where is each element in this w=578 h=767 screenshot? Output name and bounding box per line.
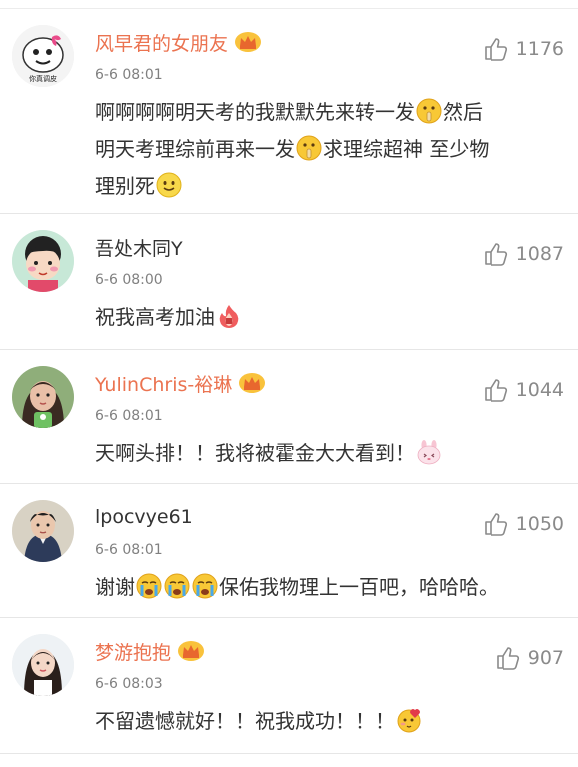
thumb-up-icon xyxy=(483,511,516,537)
like-count: 907 xyxy=(527,647,564,669)
comment-text: 啊啊啊啊明天考的我默默先来转一发 然后明天考理综前再来一发 求理综超神 至少物理别死 xyxy=(95,94,558,205)
comment-text-segment: 然后 xyxy=(443,100,483,124)
like-count: 1176 xyxy=(515,38,564,60)
comment-item[interactable]: lpocvye61 6-6 08:01 谢谢 保佑我物理上一百吧，哈哈哈。 105… xyxy=(0,484,578,618)
comment-text-line: 理别死 xyxy=(95,168,558,205)
avatar[interactable] xyxy=(12,230,74,292)
like-button[interactable]: 1176 xyxy=(483,36,564,62)
username[interactable]: YulinChris-裕琳 xyxy=(95,370,232,397)
comment-text: 谢谢 保佑我物理上一百吧，哈哈哈。 xyxy=(95,569,558,606)
username[interactable]: 梦游抱抱 xyxy=(95,638,171,665)
comment-text-segment: 求理综超神 至少物 xyxy=(323,137,490,161)
shush-emoji-icon xyxy=(296,135,322,161)
like-button[interactable]: 907 xyxy=(495,645,564,671)
svg-text:你真调皮: 你真调皮 xyxy=(29,74,57,83)
thumb-up-icon xyxy=(483,36,516,62)
like-button[interactable]: 1087 xyxy=(483,241,564,267)
comment-text-line: 天啊头排！！我将被霍金大大看到！ xyxy=(95,435,558,472)
comment-text-segment: 啊啊啊啊明天考的我默默先来转一发 xyxy=(95,100,415,124)
comment-text-segment: 不留遗憾就好！！祝我成功！！！ xyxy=(95,709,395,733)
like-count: 1044 xyxy=(515,379,564,401)
comment-text: 不留遗憾就好！！祝我成功！！！ xyxy=(95,703,558,740)
like-count: 1087 xyxy=(515,243,564,265)
comment-item[interactable]: YulinChris-裕琳 6-6 08:01 天啊头排！！我将被霍金大大看到！… xyxy=(0,350,578,484)
like-button[interactable]: 1044 xyxy=(483,377,564,403)
timestamp: 6-6 08:01 xyxy=(95,408,163,424)
like-button[interactable]: 1050 xyxy=(483,511,564,537)
timestamp: 6-6 08:01 xyxy=(95,67,163,83)
comment-text-line: 明天考理综前再来一发 求理综超神 至少物 xyxy=(95,131,558,168)
avatar[interactable] xyxy=(12,634,74,696)
comment-item[interactable]: 梦游抱抱 6-6 08:03 不留遗憾就好！！祝我成功！！！ 907 xyxy=(0,618,578,754)
comment-text-line: 不留遗憾就好！！祝我成功！！！ xyxy=(95,703,558,740)
thumb-up-icon xyxy=(495,645,528,671)
comment-text-segment: 谢谢 xyxy=(95,575,135,599)
cry-emoji-icon xyxy=(192,573,218,599)
comment-text-line: 啊啊啊啊明天考的我默默先来转一发 然后 xyxy=(95,94,558,131)
comment-item[interactable]: 你真调皮 风早君的女朋友 6-6 08:01 啊啊啊啊明天考的我默默先来转一发 然… xyxy=(0,9,578,214)
avatar[interactable] xyxy=(12,366,74,428)
top-divider xyxy=(0,0,578,9)
comment-item[interactable]: 吾处木同Y 6-6 08:00 祝我高考加油 1087 xyxy=(0,214,578,350)
username[interactable]: 吾处木同Y xyxy=(95,234,183,261)
like-count: 1050 xyxy=(515,513,564,535)
comment-text-segment: 保佑我物理上一百吧，哈哈哈。 xyxy=(219,575,499,599)
timestamp: 6-6 08:00 xyxy=(95,272,163,288)
username[interactable]: 风早君的女朋友 xyxy=(95,29,228,56)
comment-body: 梦游抱抱 6-6 08:03 不留遗憾就好！！祝我成功！！！ xyxy=(95,637,558,740)
bunny-emoji-icon xyxy=(416,439,442,465)
comment-text-segment: 祝我高考加油 xyxy=(95,305,215,329)
cry-emoji-icon xyxy=(136,573,162,599)
vip-crown-icon xyxy=(238,372,266,394)
thumb-up-icon xyxy=(483,377,516,403)
fire-emoji-icon xyxy=(216,303,242,329)
vip-crown-icon xyxy=(234,31,262,53)
love-emoji-icon xyxy=(396,707,422,733)
timestamp: 6-6 08:03 xyxy=(95,676,163,692)
username[interactable]: lpocvye61 xyxy=(95,506,193,528)
comment-text-segment: 天啊头排！！我将被霍金大大看到！ xyxy=(95,441,415,465)
comment-text-line: 谢谢 保佑我物理上一百吧，哈哈哈。 xyxy=(95,569,558,606)
comment-text: 祝我高考加油 xyxy=(95,299,558,336)
vip-crown-icon xyxy=(177,640,205,662)
cry-emoji-icon xyxy=(164,573,190,599)
thumb-up-icon xyxy=(483,241,516,267)
shush-emoji-icon xyxy=(416,98,442,124)
comment-text-segment: 明天考理综前再来一发 xyxy=(95,137,295,161)
comment-feed: 你真调皮 风早君的女朋友 6-6 08:01 啊啊啊啊明天考的我默默先来转一发 然… xyxy=(0,0,578,767)
avatar[interactable]: 你真调皮 xyxy=(12,25,74,87)
timestamp: 6-6 08:01 xyxy=(95,542,163,558)
comment-text: 天啊头排！！我将被霍金大大看到！ xyxy=(95,435,558,472)
avatar[interactable] xyxy=(12,500,74,562)
smile-emoji-icon xyxy=(156,172,182,198)
comment-text-line: 祝我高考加油 xyxy=(95,299,558,336)
comment-text-segment: 理别死 xyxy=(95,174,155,198)
